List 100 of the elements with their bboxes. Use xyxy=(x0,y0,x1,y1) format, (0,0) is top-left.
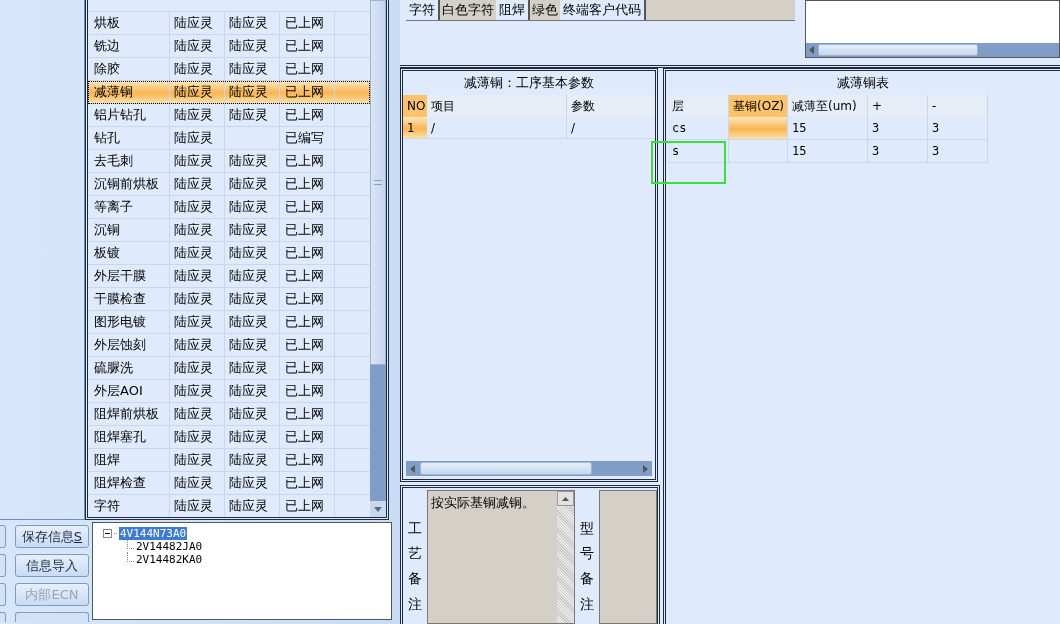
collapse-icon[interactable] xyxy=(103,529,112,538)
table-cell: 烘板 xyxy=(88,12,170,34)
text-area[interactable] xyxy=(599,490,657,624)
table-cell: 15 xyxy=(788,117,868,140)
table-cell[interactable] xyxy=(729,140,788,163)
field-label: 字符 xyxy=(406,0,438,20)
table-row[interactable]: 干膜检查 陆应灵 陆应灵 已上网 xyxy=(88,288,370,311)
table-cell: 陆应灵 xyxy=(170,242,225,264)
table-row[interactable]: 硫脲洗 陆应灵 陆应灵 已上网 xyxy=(88,357,370,380)
table-cell: 陆应灵 xyxy=(225,58,280,80)
scroll-thumb[interactable] xyxy=(370,0,386,365)
table-cell: 陆应灵 xyxy=(225,403,280,425)
table-cell: 陆应灵 xyxy=(225,104,280,126)
table-cell: 已上网 xyxy=(280,35,335,57)
table-cell: 字符 xyxy=(88,495,170,517)
table-cell: 陆应灵 xyxy=(225,173,280,195)
table-cell: 陆应灵 xyxy=(170,449,225,471)
column-header[interactable]: + xyxy=(868,95,928,117)
table-cell: 陆应灵 xyxy=(170,219,225,241)
column-header[interactable]: 项目 xyxy=(427,95,567,117)
table-cell: 陆应灵 xyxy=(170,357,225,379)
table-cell: 硫脲洗 xyxy=(88,357,170,379)
table-row[interactable]: 1 / / xyxy=(403,117,655,139)
scrollbar[interactable] xyxy=(406,461,652,476)
button[interactable] xyxy=(0,583,6,606)
button[interactable] xyxy=(0,612,6,622)
table-row[interactable]: 减薄铜 陆应灵 陆应灵 已上网 xyxy=(88,81,370,104)
scroll-up-icon[interactable] xyxy=(557,491,574,506)
column-header[interactable]: 减薄至(um) xyxy=(788,95,868,117)
table-cell: 已上网 xyxy=(280,311,335,333)
table-cell: 除胶 xyxy=(88,58,170,80)
text-area[interactable]: 按实际基铜减铜。 xyxy=(427,490,575,624)
button[interactable] xyxy=(0,525,6,548)
table-cell: 陆应灵 xyxy=(225,311,280,333)
table-cell: 陆应灵 xyxy=(225,150,280,172)
table-row[interactable]: 外层蚀刻 陆应灵 陆应灵 已上网 xyxy=(88,334,370,357)
table-row[interactable]: 烘板 陆应灵 陆应灵 已上网 xyxy=(88,12,370,35)
table-cell[interactable] xyxy=(729,117,788,140)
table-cell: 陆应灵 xyxy=(170,127,225,149)
table-row[interactable]: 阻焊 陆应灵 陆应灵 已上网 xyxy=(88,449,370,472)
column-header[interactable]: 参数 xyxy=(567,95,655,117)
tree-item[interactable]: 4V144N73A0 xyxy=(119,527,188,540)
input-field[interactable]: 白色字符 xyxy=(438,0,496,20)
table-cell: 已上网 xyxy=(280,288,335,310)
table-cell: 陆应灵 xyxy=(225,449,280,471)
table-cell: 阻焊前烘板 xyxy=(88,403,170,425)
button[interactable] xyxy=(0,554,6,577)
table-cell: 已上网 xyxy=(280,472,335,494)
table-row[interactable]: 铝片钻孔 陆应灵 陆应灵 已上网 xyxy=(88,104,370,127)
tree-item[interactable]: 2V14482KA0 xyxy=(135,553,204,566)
table-row[interactable]: 阻焊检查 陆应灵 陆应灵 已上网 xyxy=(88,472,370,495)
scrollbar[interactable] xyxy=(806,43,1059,57)
table-cell: 陆应灵 xyxy=(170,426,225,448)
table-cell: / xyxy=(427,117,567,138)
scroll-down-icon[interactable] xyxy=(370,501,386,517)
table-row[interactable]: 外层AOI 陆应灵 陆应灵 已上网 xyxy=(88,380,370,403)
column-header[interactable]: 基铜(OZ) xyxy=(729,95,788,117)
table-cell: 已上网 xyxy=(280,150,335,172)
table-cell: 3 xyxy=(928,117,988,140)
column-header[interactable]: - xyxy=(928,95,988,117)
scroll-thumb[interactable] xyxy=(818,44,978,56)
table-cell: 已上网 xyxy=(280,81,335,103)
tree-item[interactable]: 2V14482JA0 xyxy=(135,540,204,553)
table-row[interactable]: 沉铜前烘板 陆应灵 陆应灵 已上网 xyxy=(88,173,370,196)
table-row[interactable]: 沉铜 陆应灵 陆应灵 已上网 xyxy=(88,219,370,242)
table-cell: 陆应灵 xyxy=(225,334,280,356)
remark-label: 型号备注 xyxy=(580,519,594,614)
table-cell: 已上网 xyxy=(280,196,335,218)
table-row[interactable]: 阻焊塞孔 陆应灵 陆应灵 已上网 xyxy=(88,426,370,449)
table-cell: 已上网 xyxy=(280,242,335,264)
table-cell: 已上网 xyxy=(280,265,335,287)
scrollbar[interactable] xyxy=(557,491,574,623)
table-cell: 陆应灵 xyxy=(225,196,280,218)
table-row[interactable]: 去毛刺 陆应灵 陆应灵 已上网 xyxy=(88,150,370,173)
table-row[interactable]: 图形电镀 陆应灵 陆应灵 已上网 xyxy=(88,311,370,334)
table-cell: 已上网 xyxy=(280,357,335,379)
table-cell: 沉铜前烘板 xyxy=(88,173,170,195)
table-cell: 已上网 xyxy=(280,426,335,448)
table-row[interactable]: 铣边 陆应灵 陆应灵 已上网 xyxy=(88,35,370,58)
table-cell: 铣边 xyxy=(88,35,170,57)
column-header[interactable]: NO xyxy=(403,95,427,117)
table-row[interactable]: 等离子 陆应灵 陆应灵 已上网 xyxy=(88,196,370,219)
toolbar-button[interactable]: 信息导入 xyxy=(15,554,89,577)
scroll-thumb[interactable] xyxy=(420,462,592,475)
button[interactable] xyxy=(15,612,89,622)
table-row[interactable]: 外层干膜 陆应灵 陆应灵 已上网 xyxy=(88,265,370,288)
panel-title: 减薄铜表 xyxy=(836,74,890,92)
scrollbar[interactable] xyxy=(370,0,386,517)
table-cell: 陆应灵 xyxy=(225,472,280,494)
list-box[interactable] xyxy=(805,0,1060,58)
column-header[interactable]: 层 xyxy=(668,95,729,117)
table-row[interactable]: 板镀 陆应灵 陆应灵 已上网 xyxy=(88,242,370,265)
toolbar-button[interactable]: 保存信息S xyxy=(15,525,89,548)
table-row[interactable]: 阻焊前烘板 陆应灵 陆应灵 已上网 xyxy=(88,403,370,426)
table-row[interactable]: 钻孔 陆应灵 已编写 xyxy=(88,127,370,150)
table-cell: 已上网 xyxy=(280,104,335,126)
table-cell: 已上网 xyxy=(280,495,335,517)
input-field[interactable]: 绿色 xyxy=(528,0,560,20)
table-cell: 陆应灵 xyxy=(225,242,280,264)
table-cell: 钻孔 xyxy=(88,127,170,149)
